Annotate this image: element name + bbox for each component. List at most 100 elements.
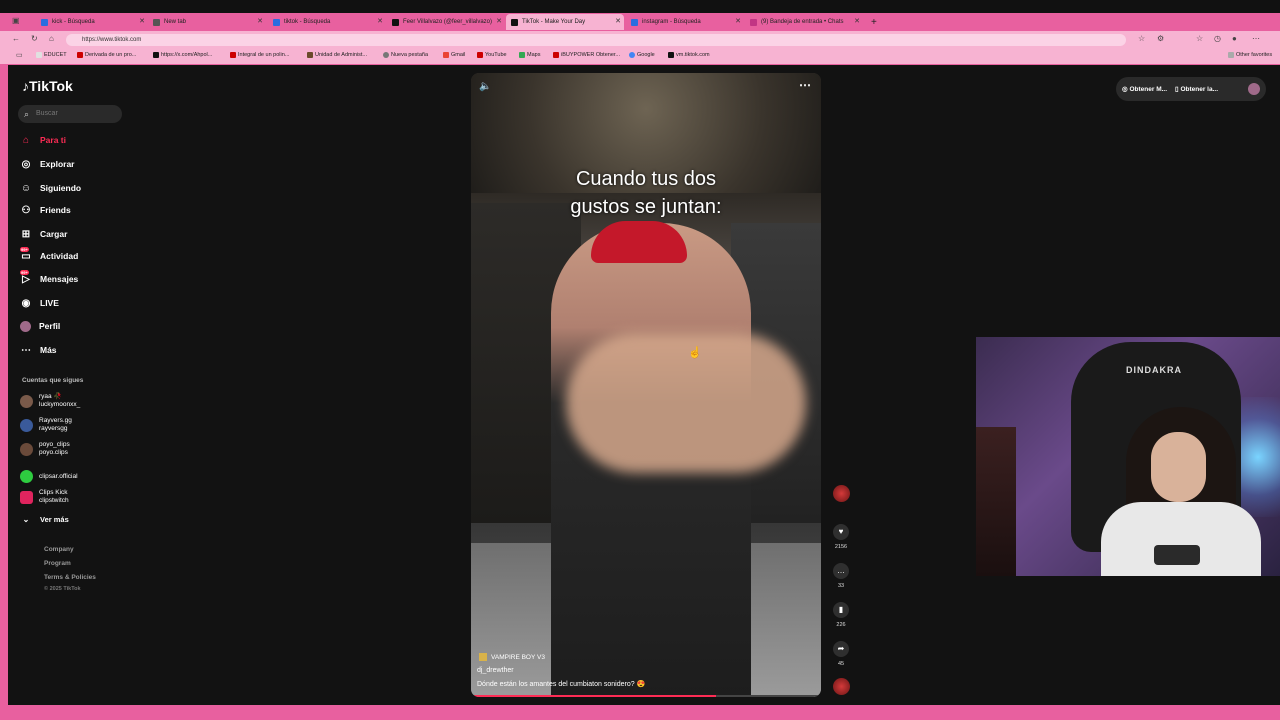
tab-actions-icon[interactable]: ▣ [12,16,20,25]
video-progress-bar[interactable] [471,695,821,697]
nav-explorar[interactable]: ◎ Explorar [20,156,75,172]
nav-para-ti[interactable]: ⌂ Para ti [20,132,66,148]
video-player[interactable]: Cuando tus dos gustos se juntan: 🔈 ⋯ VAMP… [471,73,821,697]
tiktok-logo[interactable]: ♪TikTok [22,78,73,94]
phone [1154,545,1200,565]
share-button[interactable]: ➦ 45 [832,641,850,667]
tab-kick[interactable]: kick - Búsqueda ✕ [36,14,148,30]
tab-tiktok-active[interactable]: TikTok - Make Your Day ✕ [506,14,624,30]
history-icon[interactable]: ◷ [1214,34,1221,43]
following-account[interactable]: Rayvers.gg rayversgg [20,417,72,433]
profile-avatar-icon[interactable]: ● [1232,34,1237,43]
activity-icon: ▭ 99+ [20,247,31,262]
search-input[interactable]: ⌕ Buscar [18,105,122,123]
like-button[interactable]: ♥ 2156 [832,524,850,550]
bookmarks-bar: ▭ EDUCET Derivada de un pro... https://x… [0,49,1280,64]
bookmark-9[interactable]: iBUYPOWER Obtener... [553,52,620,58]
footer-program[interactable]: Program [44,560,71,567]
close-icon[interactable]: ✕ [735,17,741,25]
following-account[interactable]: poyo_clips poyo.clips [20,441,70,457]
tab-inbox[interactable]: (9) Bandeja de entrada • Chats ✕ [745,14,863,30]
bookmark-2[interactable]: https://x.com/Ahpol... [153,52,212,58]
bookmark-6[interactable]: Gmail [443,52,465,58]
bookmark-10[interactable]: Google [629,52,655,58]
top-right-actions: ◎ Obtener M... ▯ Obtener la... [1116,77,1266,101]
other-favorites[interactable]: Other favorites [1228,52,1272,58]
close-icon[interactable]: ✕ [615,17,621,25]
settings-more-icon[interactable]: ⋯ [1252,34,1260,43]
video-username[interactable]: dj_drewther [477,667,514,674]
music-icon [479,653,487,661]
see-more-button[interactable]: ⌄ Ver más [20,511,69,527]
nav-live[interactable]: ◉ LIVE [20,295,59,311]
nav-perfil[interactable]: Perfil [20,318,60,334]
footer-company[interactable]: Company [44,546,74,553]
volume-icon[interactable]: 🔈 [479,81,491,92]
bookmark-3[interactable]: Integral de un polin... [230,52,289,58]
collections-icon[interactable]: ▭ [16,51,23,59]
maps-icon [519,52,525,58]
comment-button[interactable]: … 33 [832,563,850,589]
close-icon[interactable]: ✕ [854,17,860,25]
messages-badge: 99+ [20,270,29,275]
instagram-icon [750,18,757,26]
webcam-light [1236,397,1280,517]
live-icon: ◉ [21,297,31,309]
close-icon[interactable]: ✕ [257,17,263,25]
nav-mensajes[interactable]: ▷ 99+ Mensajes [20,270,78,287]
close-icon[interactable]: ✕ [139,17,145,25]
footer-copyright: © 2025 TikTok [44,586,81,592]
save-button[interactable]: ▮ 226 [832,602,850,628]
google-icon [629,52,635,58]
chair-brand: DINDAKRA [1126,365,1182,375]
bookmark-1[interactable]: Derivada de un pro... [77,52,136,58]
bing-icon [631,18,638,26]
tab-tiktok-search[interactable]: tiktok - Búsqueda ✕ [268,14,386,30]
tab-feer[interactable]: Feer Villalvazo (@feer_villalvazo) ✕ [387,14,505,30]
upload-icon: ⊞ [21,228,31,240]
mouse-cursor-icon: ☝ [688,347,702,359]
chevron-down-icon: ⌄ [22,514,30,524]
bookmark-7[interactable]: YouTube [477,52,507,58]
avatar [20,394,33,408]
bookmark-5[interactable]: Nueva pestaña [383,52,428,58]
following-section-title: Cuentas que sigues [22,377,84,384]
bookmark-0[interactable]: EDUCET [36,52,67,58]
creator-avatar[interactable] [833,485,850,502]
following-account[interactable]: ryaa 🥀 luckymoonxx_ [20,393,80,409]
search-icon: ⌕ [24,109,30,119]
close-icon[interactable]: ✕ [496,17,502,25]
nav-mas[interactable]: ⋯ Más [20,342,57,358]
following-account[interactable]: clipsar.official [20,470,78,483]
more-options-icon[interactable]: ⋯ [799,78,811,92]
get-app-button[interactable]: ◎ Obtener M... [1122,85,1167,93]
refresh-icon[interactable]: ↻ [31,34,38,43]
nav-cargar[interactable]: ⊞ Cargar [20,226,68,242]
following-account[interactable]: Clips Kick clipstwitch [20,489,69,505]
profile-icon [20,320,31,332]
new-tab-button[interactable]: + [866,14,880,30]
music-disc-avatar[interactable] [833,678,850,695]
tab-new[interactable]: New tab ✕ [148,14,266,30]
bookmark-4[interactable]: Unidad de Administ... [307,52,367,58]
home-icon[interactable]: ⌂ [49,34,54,43]
favorites-icon[interactable]: ☆ [1196,34,1203,43]
profile-avatar[interactable] [1248,83,1260,95]
nav-friends[interactable]: ⚇ Friends [20,202,71,218]
bookmark-8[interactable]: Maps [519,52,540,58]
favorite-star-icon[interactable]: ☆ [1138,34,1145,43]
song-link[interactable]: VAMPIRE BOY V3 [479,653,545,661]
tab-instagram[interactable]: instagram - Búsqueda ✕ [626,14,744,30]
back-icon[interactable]: ← [12,34,20,43]
video-caption: Cuando tus dos gustos se juntan: [570,168,722,218]
get-desktop-app-button[interactable]: ▯ Obtener la... [1175,85,1218,93]
avatar [20,418,33,432]
extensions-icon[interactable]: ⚙ [1157,34,1164,43]
url-field[interactable]: https://www.tiktok.com [66,34,1126,46]
nav-actividad[interactable]: ▭ 99+ Actividad [20,247,78,264]
nav-siguiendo[interactable]: ☺ Siguiendo [20,180,81,196]
bookmark-11[interactable]: vm.tiktok.com [668,52,710,58]
footer-terms[interactable]: Terms & Policies [44,574,96,581]
close-icon[interactable]: ✕ [377,17,383,25]
site-icon [307,52,313,58]
